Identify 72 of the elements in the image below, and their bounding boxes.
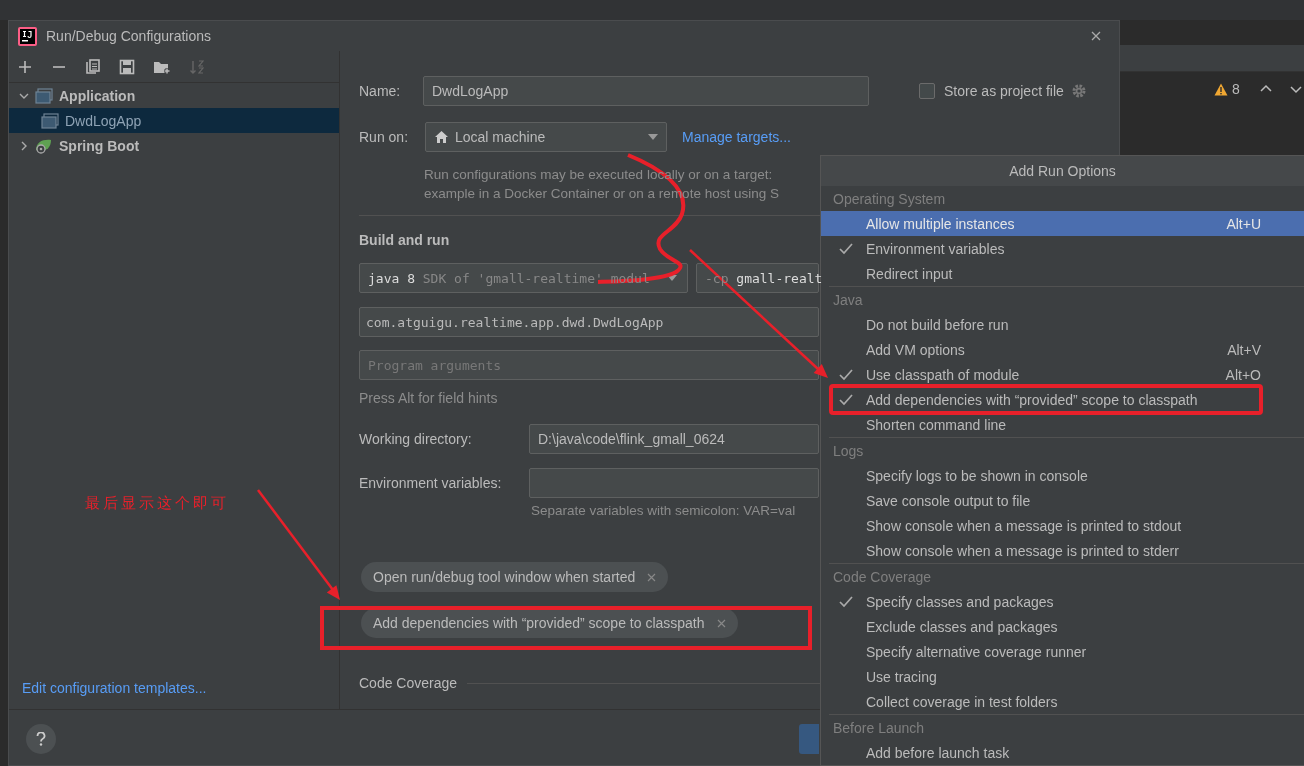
menu-item[interactable]: Use classpath of module Alt+O [821, 362, 1304, 387]
copy-icon[interactable] [85, 58, 101, 75]
shortcut-text: Alt+V [1227, 341, 1261, 358]
warning-icon[interactable] [1214, 82, 1228, 96]
menu-item[interactable]: Specify alternative coverage runner [821, 639, 1304, 664]
menu-item[interactable]: Save console output to file [821, 488, 1304, 513]
chevron-up-icon[interactable] [1259, 84, 1272, 94]
shortcut-text: Alt+O [1225, 366, 1261, 383]
environment-variables-field[interactable] [529, 468, 819, 498]
main-class-field[interactable]: com.atguigu.realtime.app.dwd.DwdLogApp [359, 307, 819, 337]
warning-count: 8 [1232, 81, 1240, 97]
hint-text: Separate variables with semicolon: VAR=val [531, 503, 796, 518]
menu-item[interactable]: Specify classes and packages [821, 589, 1304, 614]
working-directory-label: Working directory: [359, 431, 473, 447]
name-label: Name: [359, 83, 402, 99]
hint-text: Press Alt for field hints [359, 390, 498, 406]
settings-icon[interactable] [1070, 83, 1087, 99]
menu-item[interactable]: Show console when a message is printed to stdout [821, 513, 1304, 538]
menu-item[interactable]: Environment variables [821, 236, 1304, 261]
help-button[interactable] [26, 723, 56, 754]
caret-icon [648, 134, 658, 140]
menu-item[interactable]: Add before launch task [821, 740, 1304, 765]
close-icon[interactable] [1091, 31, 1101, 41]
question-mark-icon [36, 731, 46, 746]
window-icon [35, 87, 53, 104]
menu-item[interactable]: Shorten command line [821, 412, 1304, 437]
group-header: Logs [832, 441, 865, 461]
annotation-note: 最后显示这个即可 [85, 494, 229, 513]
manage-targets-link[interactable]: Manage targets... [682, 129, 791, 145]
section-title: Build and run [359, 232, 450, 248]
group-header: Java [832, 290, 864, 310]
menu-item[interactable]: Exclude classes and packages [821, 614, 1304, 639]
menu-item[interactable]: Specify logs to be shown in console [821, 463, 1304, 488]
app-logo-icon [18, 26, 37, 46]
menu-item[interactable]: Add dependencies with “provided” scope to classpath [821, 387, 1304, 412]
caret-icon [667, 275, 677, 281]
option-tag[interactable]: Add dependencies with “provided” scope to classpath [361, 608, 738, 638]
window-title: Run/Debug Configurations [46, 28, 211, 44]
popup-title: Add Run Options [821, 156, 1304, 186]
home-icon [434, 130, 449, 144]
add-icon[interactable] [17, 58, 33, 75]
checkbox[interactable] [919, 83, 935, 99]
edit-templates-link[interactable]: Edit configuration templates... [22, 680, 207, 696]
chevron-down-icon[interactable] [1289, 84, 1302, 94]
menu-item[interactable]: Allow multiple instances Alt+U [821, 211, 1304, 236]
run-on-label: Run on: [359, 129, 410, 145]
group-header: Code Coverage [832, 567, 933, 587]
window-icon [41, 112, 59, 129]
run-on-dropdown[interactable]: Local machine [425, 122, 667, 152]
menu-item[interactable]: Use tracing [821, 664, 1304, 689]
save-icon[interactable] [119, 58, 135, 75]
environment-variables-label: Environment variables: [359, 475, 503, 491]
section-title: Code Coverage [359, 675, 458, 691]
group-header: Before Launch [832, 718, 926, 738]
group-header: Operating System [832, 189, 947, 209]
menu-item[interactable]: Show console when a message is printed to stderr [821, 538, 1304, 563]
shortcut-text: Alt+U [1226, 215, 1261, 232]
tree-item[interactable]: Application [9, 83, 339, 108]
menu-item[interactable]: Add VM options Alt+V [821, 337, 1304, 362]
sort-icon [189, 58, 205, 75]
store-as-project-file-label: Store as project file [944, 83, 1064, 99]
menu-item[interactable]: Redirect input [821, 261, 1304, 286]
tree-item[interactable]: Spring Boot [9, 133, 339, 158]
leaf-gear-icon [35, 137, 53, 154]
menu-item[interactable]: Do not build before run [821, 312, 1304, 337]
option-tag[interactable]: Open run/debug tool window when started [361, 562, 669, 592]
menu-item[interactable]: Collect coverage in test folders [821, 689, 1304, 714]
tree-item[interactable]: DwdLogApp [9, 108, 339, 133]
name-field[interactable]: DwdLogApp [423, 76, 869, 106]
chevron-right-icon[interactable] [19, 140, 29, 151]
jre-dropdown[interactable]: java 8 SDK of 'gmall-realtime' modul [359, 263, 688, 293]
working-directory-field[interactable]: D:\java\code\flink_gmall_0624 [529, 424, 819, 454]
